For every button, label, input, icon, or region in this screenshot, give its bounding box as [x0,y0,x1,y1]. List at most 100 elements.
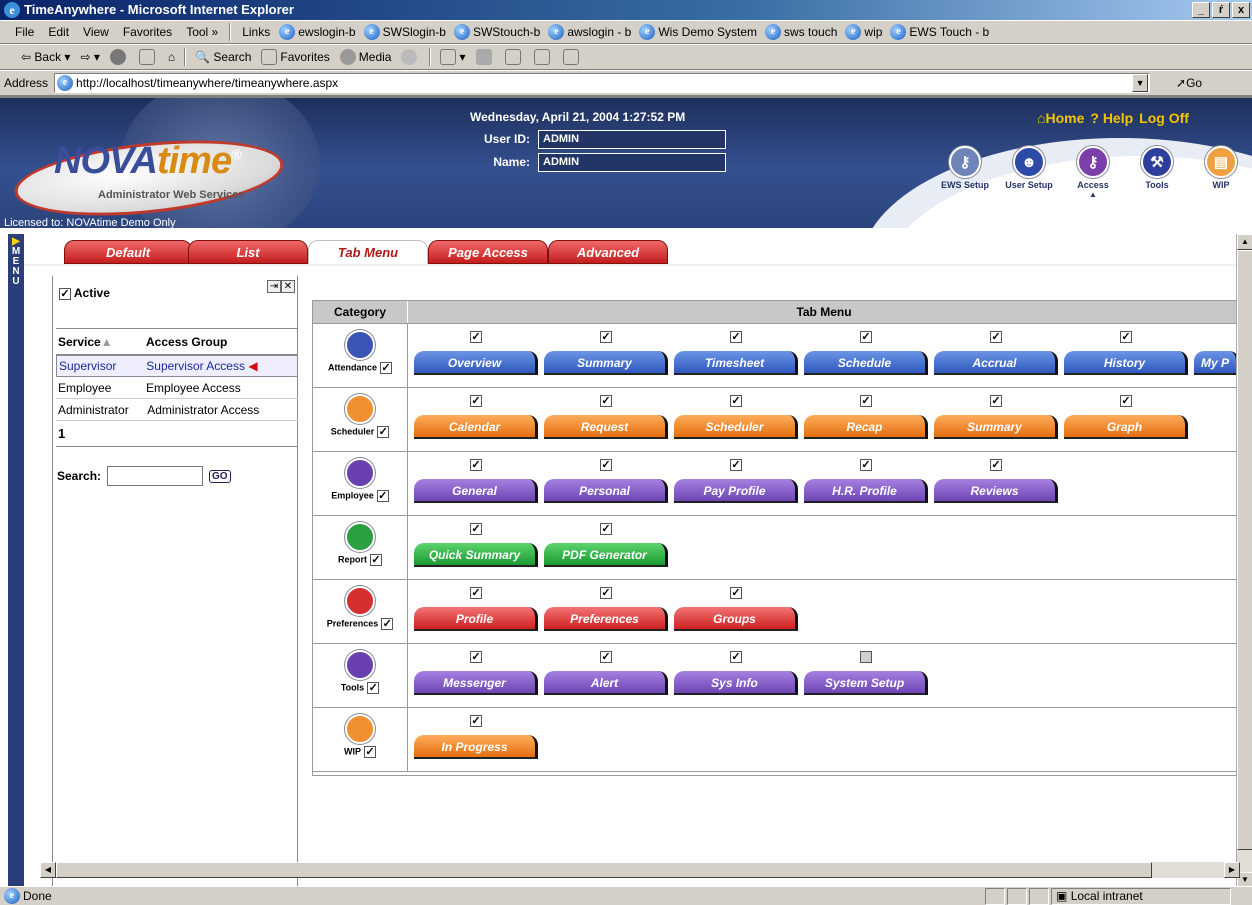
tab-button[interactable]: Calendar [414,415,538,439]
menu-edit[interactable]: Edit [41,25,76,39]
tab-checkbox[interactable]: ✓ [860,331,872,343]
tab-button[interactable]: Profile [414,607,538,631]
tab-button[interactable]: Reviews [934,479,1058,503]
search-go-button[interactable]: GO [209,469,231,483]
tab-default[interactable]: Default [64,240,192,264]
tab-checkbox[interactable]: ✓ [730,395,742,407]
search-input[interactable] [107,466,204,486]
tab-button[interactable]: Groups [674,607,798,631]
address-dropdown-button[interactable]: ▼ [1132,74,1149,92]
tab-button[interactable]: History [1064,351,1188,375]
tab-button[interactable]: Messenger [414,671,538,695]
tab-checkbox[interactable]: ✓ [470,459,482,471]
tab-button[interactable]: Recap [804,415,928,439]
menu-view[interactable]: View [76,25,116,39]
nav-access[interactable]: ⚷ Access ▲ [1068,146,1118,199]
tab-button[interactable]: My P [1194,351,1239,375]
refresh-icon[interactable] [134,49,163,65]
active-checkbox[interactable]: ✓ [59,287,71,300]
category-checkbox[interactable]: ✓ [364,746,376,758]
link-wip[interactable]: e wip [843,24,888,40]
link-ewslogin-b[interactable]: e ewslogin-b [277,24,361,40]
tab-checkbox[interactable]: ✓ [730,651,742,663]
nav-user-setup[interactable]: ☻ User Setup [1004,146,1054,199]
print-icon[interactable] [471,49,500,65]
table-row[interactable]: Supervisor Supervisor Access ◀ [56,355,298,377]
category-checkbox[interactable]: ✓ [381,618,394,630]
tab-checkbox[interactable]: ✓ [730,459,742,471]
tab-checkbox[interactable]: ✓ [730,587,742,599]
search-button[interactable]: 🔍 Search [190,50,256,64]
link-ews-touch-b[interactable]: e EWS Touch - b [888,24,995,40]
history-icon[interactable] [396,49,425,65]
tab-button[interactable]: Quick Summary [414,543,538,567]
tab-button[interactable]: Summary [544,351,668,375]
link-sws-touch[interactable]: e sws touch [763,24,843,40]
tab-page-access[interactable]: Page Access [428,240,548,264]
tab-button[interactable]: System Setup [804,671,928,695]
pin-icon[interactable]: ⇥ [267,280,281,293]
tab-checkbox[interactable]: ✓ [600,523,612,535]
tab-button[interactable]: Pay Profile [674,479,798,503]
tab-checkbox[interactable]: ✓ [600,395,612,407]
tab-button[interactable]: Scheduler [674,415,798,439]
tab-checkbox[interactable]: ✓ [600,587,612,599]
tab-button[interactable]: Sys Info [674,671,798,695]
tab-list[interactable]: List [188,240,308,264]
scroll-thumb[interactable] [1237,250,1252,850]
tab-checkbox[interactable]: ✓ [470,331,482,343]
column-access-group[interactable]: Access Group [146,335,298,349]
menu-favorites[interactable]: Favorites [116,25,179,39]
minimize-button[interactable]: _ [1192,2,1210,18]
tab-button[interactable]: Personal [544,479,668,503]
media-button[interactable]: Media [335,49,397,65]
tab-button[interactable]: Graph [1064,415,1188,439]
edit-icon[interactable] [500,49,529,65]
menu-tools[interactable]: Tool » [179,25,225,39]
home-icon[interactable]: ⌂ [163,50,180,64]
category-checkbox[interactable]: ✓ [377,426,390,438]
mail-icon[interactable]: ▾ [435,49,470,65]
scroll-left-icon[interactable]: ◀ [40,862,56,878]
active-filter[interactable]: ✓ Active [59,286,110,300]
favorites-button[interactable]: Favorites [256,49,334,65]
category-checkbox[interactable]: ✓ [380,362,392,374]
tab-checkbox[interactable]: ✓ [470,395,482,407]
address-input[interactable]: e http://localhost/timeanywhere/timeanyw… [54,73,1151,93]
tab-checkbox[interactable]: ✓ [600,459,612,471]
restore-button[interactable]: ŕ [1212,2,1230,18]
tab-checkbox[interactable]: ✓ [470,587,482,599]
tab-button[interactable]: H.R. Profile [804,479,928,503]
tab-checkbox[interactable]: ✓ [470,523,482,535]
tab-checkbox[interactable]: ✓ [990,459,1002,471]
forward-button[interactable]: ⇨ ▾ [75,50,104,64]
tab-advanced[interactable]: Advanced [548,240,668,264]
tab-button[interactable]: Timesheet [674,351,798,375]
logoff-link[interactable]: Log Off [1139,110,1189,126]
category-checkbox[interactable]: ✓ [370,554,382,566]
tab-checkbox[interactable]: ✓ [1120,331,1132,343]
stop-icon[interactable] [105,49,134,65]
tab-tab-menu[interactable]: Tab Menu [308,240,428,264]
tab-checkbox[interactable]: ✓ [860,459,872,471]
tab-button[interactable]: Preferences [544,607,668,631]
scroll-thumb[interactable] [56,862,1152,878]
tab-button[interactable]: Overview [414,351,538,375]
help-link[interactable]: ? Help [1090,110,1133,126]
tab-button[interactable]: Alert [544,671,668,695]
category-checkbox[interactable]: ✓ [376,490,389,502]
nav-wip[interactable]: ▤ WIP [1196,146,1246,199]
tab-checkbox[interactable]: ✓ [600,331,612,343]
tab-button[interactable]: General [414,479,538,503]
menu-file[interactable]: File [8,25,41,39]
nav-ews-setup[interactable]: ⚷ EWS Setup [940,146,990,199]
horizontal-scrollbar[interactable]: ◀ ▶ [40,862,1240,878]
scroll-up-icon[interactable]: ▲ [1237,234,1252,250]
tab-button[interactable]: In Progress [414,735,538,759]
close-panel-icon[interactable]: ✕ [281,280,295,293]
link-wis-demo[interactable]: e Wis Demo System [637,24,763,40]
tab-checkbox[interactable]: ✓ [470,651,482,663]
tab-button[interactable]: Schedule [804,351,928,375]
page-number[interactable]: 1 [56,421,298,447]
vertical-scrollbar[interactable]: ▲ ▼ [1236,234,1252,886]
